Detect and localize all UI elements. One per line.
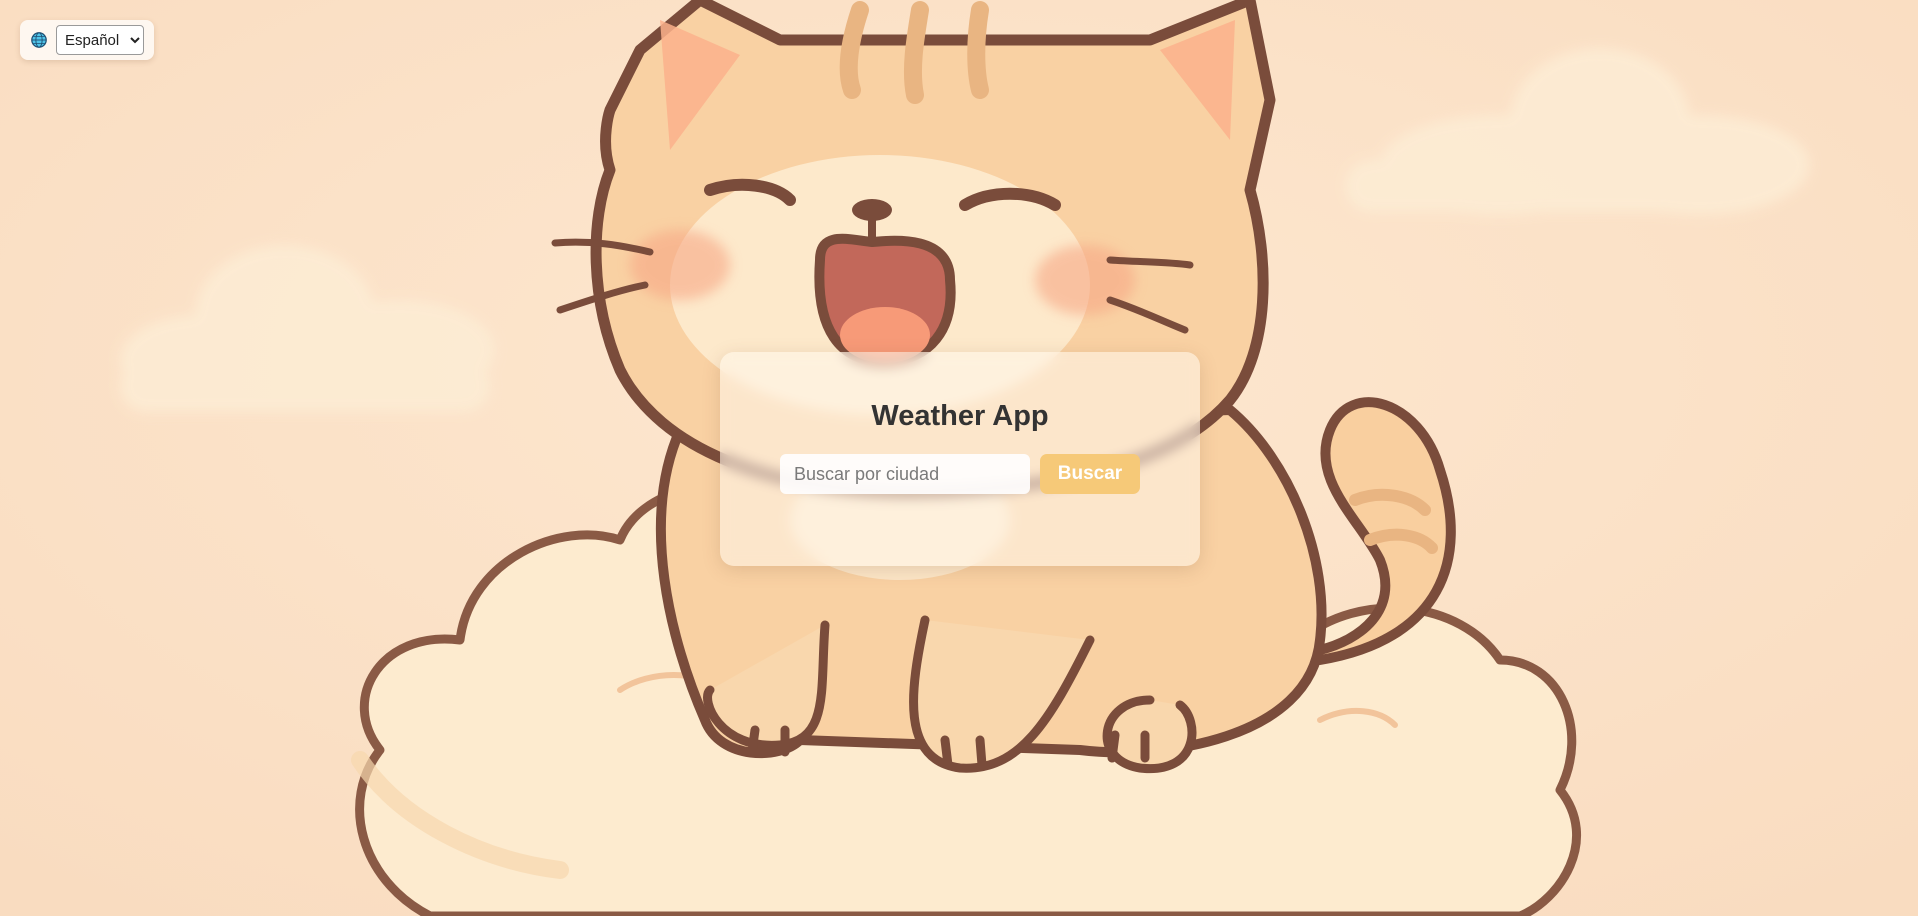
search-row: Buscar bbox=[780, 454, 1140, 494]
globe-icon bbox=[31, 32, 47, 48]
search-button[interactable]: Buscar bbox=[1040, 454, 1140, 494]
language-selector: Español bbox=[20, 20, 154, 60]
app-title: Weather App bbox=[871, 400, 1049, 432]
weather-search-card: Weather App Buscar bbox=[720, 352, 1200, 566]
city-search-input[interactable] bbox=[780, 454, 1030, 494]
language-dropdown[interactable]: Español bbox=[56, 25, 144, 55]
